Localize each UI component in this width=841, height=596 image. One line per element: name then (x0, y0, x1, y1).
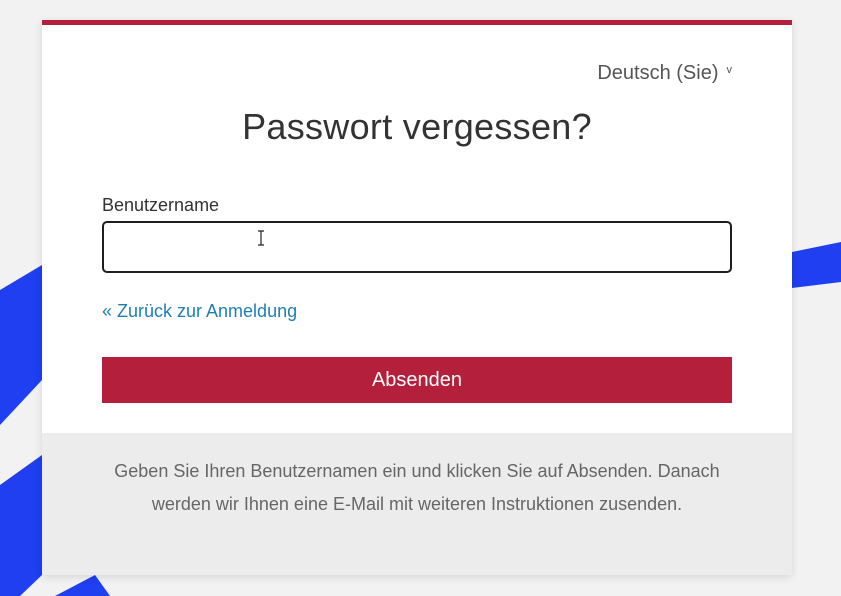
chevron-down-icon: v (726, 64, 733, 76)
page-title: Passwort vergessen? (242, 106, 592, 147)
language-selector[interactable]: Deutsch (Sie) v (597, 62, 732, 85)
back-to-login-link[interactable]: « Zurück zur Anmeldung (102, 301, 297, 322)
background-stripe-right (792, 242, 841, 288)
submit-button[interactable]: Absenden (102, 357, 732, 403)
username-label: Benutzername (102, 195, 220, 215)
info-text: Geben Sie Ihren Benutzernamen ein und kl… (114, 461, 720, 514)
forgot-password-card: Deutsch (Sie) v Passwort vergessen? Benu… (42, 20, 792, 575)
text-cursor-icon (258, 230, 264, 246)
background-stripe-left-upper (0, 265, 42, 425)
card-accent-bar (42, 20, 792, 25)
username-input[interactable] (102, 221, 732, 273)
language-selector-label: Deutsch (Sie) (597, 62, 719, 84)
background-stripe-left-bottom (55, 575, 110, 596)
info-panel: Geben Sie Ihren Benutzernamen ein und kl… (42, 433, 792, 575)
background-stripe-left-lower (0, 455, 42, 596)
